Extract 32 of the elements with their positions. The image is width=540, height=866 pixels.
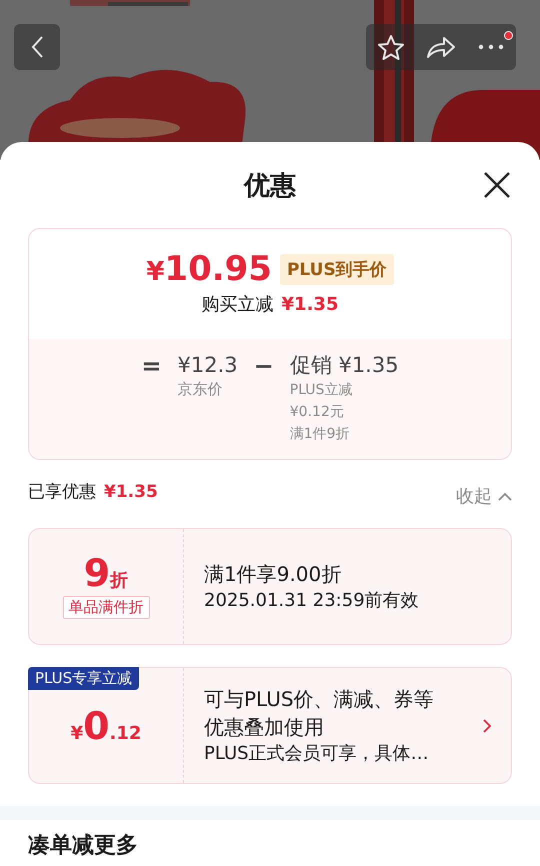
promotion-total: 促销 ¥1.35 [290,352,399,379]
section-title: 凑单减更多 [28,832,139,860]
promotion-detail: 满1件9折 [290,425,351,444]
back-button[interactable] [14,24,60,70]
share-icon [426,35,456,59]
sheet-title: 优惠 [244,170,296,202]
promotion-detail: ¥0.12元 [290,403,345,422]
coupon-title: 可与PLUS价、满减、券等优惠叠加使用 [204,686,435,740]
equals-sign: = [141,351,162,382]
discount-value: 9折 [84,554,128,592]
more-icon [478,44,504,50]
price-tag: PLUS到手价 [280,254,394,284]
base-price-label: 京东价 [178,379,224,400]
star-icon [377,34,405,60]
promotion-detail: PLUS立减 [290,381,354,400]
coupon-note: 2025.01.31 23:59前有效 [204,588,420,612]
back-icon [30,35,44,59]
discount-value: ¥0.12 [70,706,142,744]
reduction-amount: ¥1.35 [282,294,338,315]
base-price: ¥12.3 [178,352,238,379]
minus-sign: − [254,351,274,382]
final-price: ¥10.95 [146,252,272,286]
plus-ribbon: PLUS专享立减 [28,667,140,690]
discount-type-tag: 单品满件折 [62,596,150,619]
enjoyed-amount: ¥1.35 [104,482,158,502]
coupon-note: PLUS正式会员可享，具体… [204,742,430,766]
coupon-card[interactable]: PLUS专享立减 ¥0.12 可与PLUS价、满减、券等优惠叠加使用 PLUS正式会员可享，具体… [28,667,512,784]
coupon-title: 满1件享9.00折 [204,560,342,588]
enjoyed-label: 已享优惠 [28,482,96,502]
reduction-label: 购买立减 [202,293,274,316]
coupon-card[interactable]: 9折 单品满件折 满1件享9.00折 2025.01.31 23:59前有效 [28,528,512,645]
chevron-icon [498,492,512,500]
